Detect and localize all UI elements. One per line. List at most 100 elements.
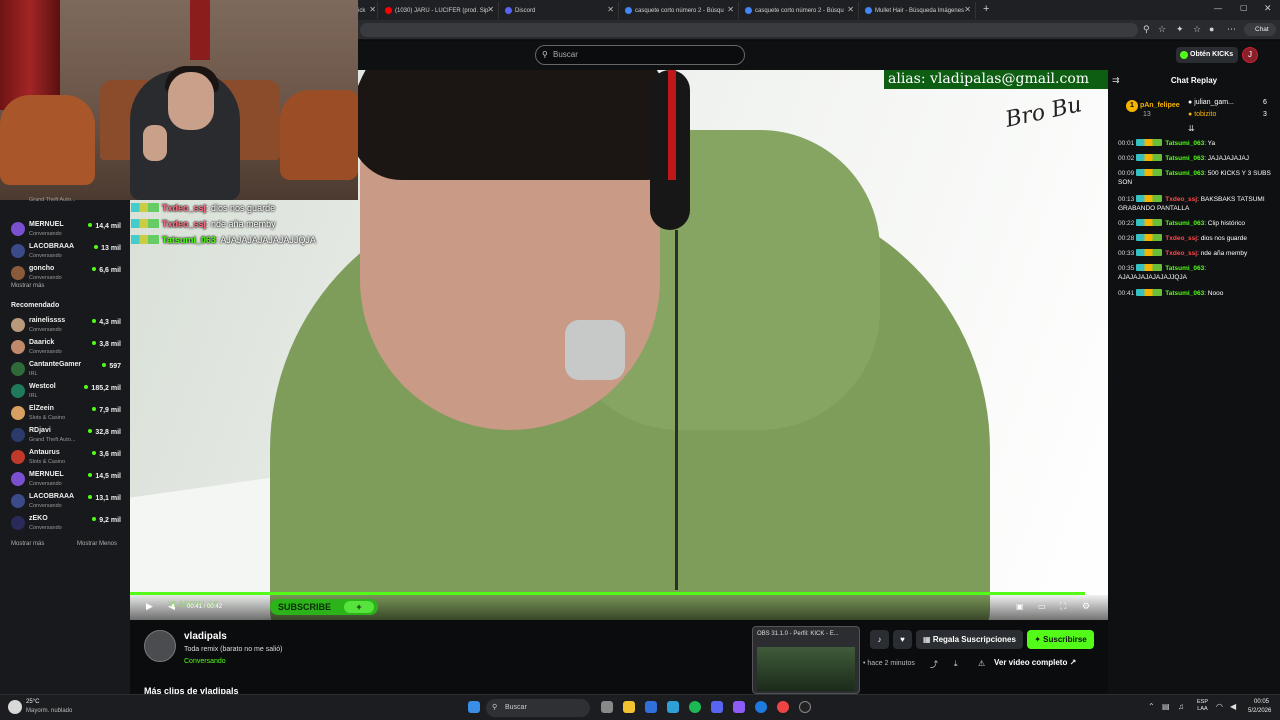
theater-mode-icon[interactable]: ▭	[1038, 602, 1046, 611]
clip-category[interactable]: Conversando	[184, 658, 226, 665]
weather-description[interactable]: Mayorm. nublado	[26, 708, 72, 714]
follow-heart-icon[interactable]: ♥	[893, 630, 912, 649]
sidebar-channel[interactable]: ElZeein Slots & Casino 7,9 mil	[0, 403, 130, 425]
share-icon[interactable]: ⤴	[930, 659, 938, 670]
subscribe-button[interactable]: ✦ Suscribirse	[1027, 630, 1094, 649]
report-warning-icon[interactable]: ⚠	[978, 659, 985, 668]
chrome-icon[interactable]	[777, 701, 789, 713]
sidebar-channel[interactable]: RDjavi Grand Theft Auto... 32,8 mil	[0, 425, 130, 447]
chat-username[interactable]: Txdeo_ssj	[1165, 196, 1197, 203]
microphone-icon[interactable]: ♫	[1178, 702, 1184, 711]
sidebar-channel[interactable]: MERNUEL Conversando 14,5 mil	[0, 469, 130, 491]
extensions-icon[interactable]: ✦	[1176, 24, 1184, 35]
browser-tab[interactable]: Mullet Hair - Búsqueda Imágenes ✕	[861, 2, 976, 19]
tab-close-icon[interactable]: ✕	[847, 5, 854, 14]
get-kicks-button[interactable]: Obtén KICKs	[1176, 47, 1238, 63]
tab-close-icon[interactable]: ✕	[964, 5, 971, 14]
sidebar-channel[interactable]: rainelissss Conversando 4,3 mil	[0, 315, 130, 337]
chat-username[interactable]: Tatsumi_063	[1165, 290, 1204, 297]
sidebar-channel[interactable]: MERNUEL Conversando 14,4 mil	[0, 219, 130, 241]
wifi-icon[interactable]: ◠	[1216, 702, 1223, 711]
sidebar-channel[interactable]: CantanteGamer IRL 597	[0, 359, 130, 381]
zoom-icon[interactable]: ⚲	[1143, 24, 1150, 35]
copilot-chat-button[interactable]: Chat	[1244, 23, 1276, 36]
tab-kick[interactable]: ick ✕	[358, 2, 378, 19]
profile-icon[interactable]: ●	[1209, 24, 1214, 34]
sidebar-channel[interactable]: zEKO Conversando 9,2 mil	[0, 513, 130, 535]
tab-close-icon[interactable]: ✕	[369, 5, 376, 14]
browser-tab[interactable]: (1030) JARU - LUCIFER (prod. Sip ✕	[381, 2, 499, 19]
user-avatar[interactable]: J	[1242, 47, 1258, 63]
watch-full-video-link[interactable]: Ver video completo ↗	[994, 658, 1076, 667]
language-indicator[interactable]: ESP LAA	[1197, 699, 1208, 713]
channel-name[interactable]: vladipals	[184, 631, 227, 642]
tray-app-icon[interactable]: ▤	[1162, 702, 1170, 711]
sidebar-channel[interactable]: Grand Theft Auto...	[0, 197, 130, 219]
tab-close-icon[interactable]: ✕	[487, 5, 494, 14]
gift-subs-button[interactable]: ▦ Regala Suscripciones	[916, 630, 1023, 649]
close-window-icon[interactable]: ✕	[1264, 3, 1272, 14]
taskbar-search[interactable]: ⚲ Buscar	[486, 699, 590, 717]
sidebar-channel[interactable]: Daarick Conversando 3,8 mil	[0, 337, 130, 359]
edge-icon[interactable]	[667, 701, 679, 713]
chat-username[interactable]: Tatsumi_063	[1165, 170, 1204, 177]
clip-icon[interactable]: ▣	[1016, 602, 1024, 611]
chat-username[interactable]: Tatsumi_063	[1165, 220, 1204, 227]
chat-username[interactable]: Txdeo_ssj	[1165, 250, 1197, 257]
settings-gear-icon[interactable]: ⚙	[1082, 601, 1090, 612]
spotify-icon[interactable]	[689, 701, 701, 713]
leaderboard-name: tobizito	[1194, 111, 1217, 118]
url-field[interactable]	[360, 23, 1138, 37]
discord-icon[interactable]	[711, 701, 723, 713]
expand-leaderboard-icon[interactable]: ⇊	[1188, 124, 1195, 133]
favorites-icon[interactable]: ☆	[1193, 24, 1201, 35]
obs-icon[interactable]	[799, 701, 811, 713]
browser-tab[interactable]: casquete corto número 2 - Búsqu ✕	[741, 2, 859, 19]
show-less-link[interactable]: Mostrar Menos	[77, 541, 117, 547]
play-icon[interactable]: ▶	[146, 601, 153, 612]
menu-dots-icon[interactable]: ⋯	[1227, 24, 1236, 35]
sidebar-channel[interactable]: Antaurus Slots & Casino 3,6 mil	[0, 447, 130, 469]
chat-text: : Clip histórico	[1204, 220, 1246, 227]
badge-icons	[1136, 234, 1163, 241]
download-icon[interactable]: ⤓	[954, 659, 958, 669]
coin-icon: ●	[1188, 99, 1193, 106]
search-input[interactable]: ⚲ Buscar	[535, 45, 745, 65]
minimize-icon[interactable]: —	[1214, 4, 1222, 13]
tray-chevron-icon[interactable]: ⌃	[1148, 702, 1155, 711]
browser-icon[interactable]	[755, 701, 767, 713]
chat-text: : JAJAJAJAJAJ	[1204, 155, 1249, 162]
obs-preview-thumbnail[interactable]: OBS 31.1.0 - Perfil: KICK - E...	[752, 626, 860, 694]
chat-username[interactable]: Tatsumi_063	[1165, 140, 1204, 147]
app-icon[interactable]	[733, 701, 745, 713]
tab-close-icon[interactable]: ✕	[607, 5, 614, 14]
clock-date[interactable]: 5/2/2026	[1248, 708, 1271, 714]
browser-tab[interactable]: casquete corto número 2 - Búsqu ✕	[621, 2, 739, 19]
new-tab-icon[interactable]: +	[983, 3, 989, 15]
weather-temperature[interactable]: 25°C	[26, 699, 39, 705]
sidebar-channel[interactable]: LACOBRAAA Conversando 13 mil	[0, 241, 130, 263]
show-more-link[interactable]: Mostrar más	[11, 283, 44, 289]
browser-tab[interactable]: Discord ✕	[501, 2, 619, 19]
tab-close-icon[interactable]: ✕	[727, 5, 734, 14]
store-icon[interactable]	[645, 701, 657, 713]
channel-avatar[interactable]	[144, 630, 176, 662]
file-explorer-icon[interactable]	[623, 701, 635, 713]
windows-start-icon[interactable]	[468, 701, 480, 713]
notifications-bell-icon[interactable]: ♪	[870, 630, 889, 649]
chat-username[interactable]: Tatsumi_063	[1165, 155, 1204, 162]
chat-username[interactable]: Tatsumi_063	[1165, 265, 1204, 272]
clock-time[interactable]: 00:05	[1254, 699, 1269, 705]
task-view-icon[interactable]	[601, 701, 613, 713]
sidebar-channel[interactable]: Westcol IRL 185,2 mil	[0, 381, 130, 403]
obs-preview-image	[757, 647, 855, 691]
sidebar-channel[interactable]: goncho Conversando 6,6 mil	[0, 263, 130, 285]
speaker-icon[interactable]: ◀	[1230, 702, 1236, 711]
fullscreen-icon[interactable]: ⛶	[1060, 601, 1066, 612]
mic-wire	[675, 230, 678, 590]
sidebar-channel[interactable]: LACOBRAAA Conversando 13,1 mil	[0, 491, 130, 513]
show-more-link[interactable]: Mostrar más	[11, 541, 44, 547]
bookmark-star-icon[interactable]: ☆	[1158, 24, 1166, 35]
chat-username[interactable]: Txdeo_ssj	[1165, 235, 1197, 242]
maximize-icon[interactable]: ▢	[1240, 3, 1248, 12]
